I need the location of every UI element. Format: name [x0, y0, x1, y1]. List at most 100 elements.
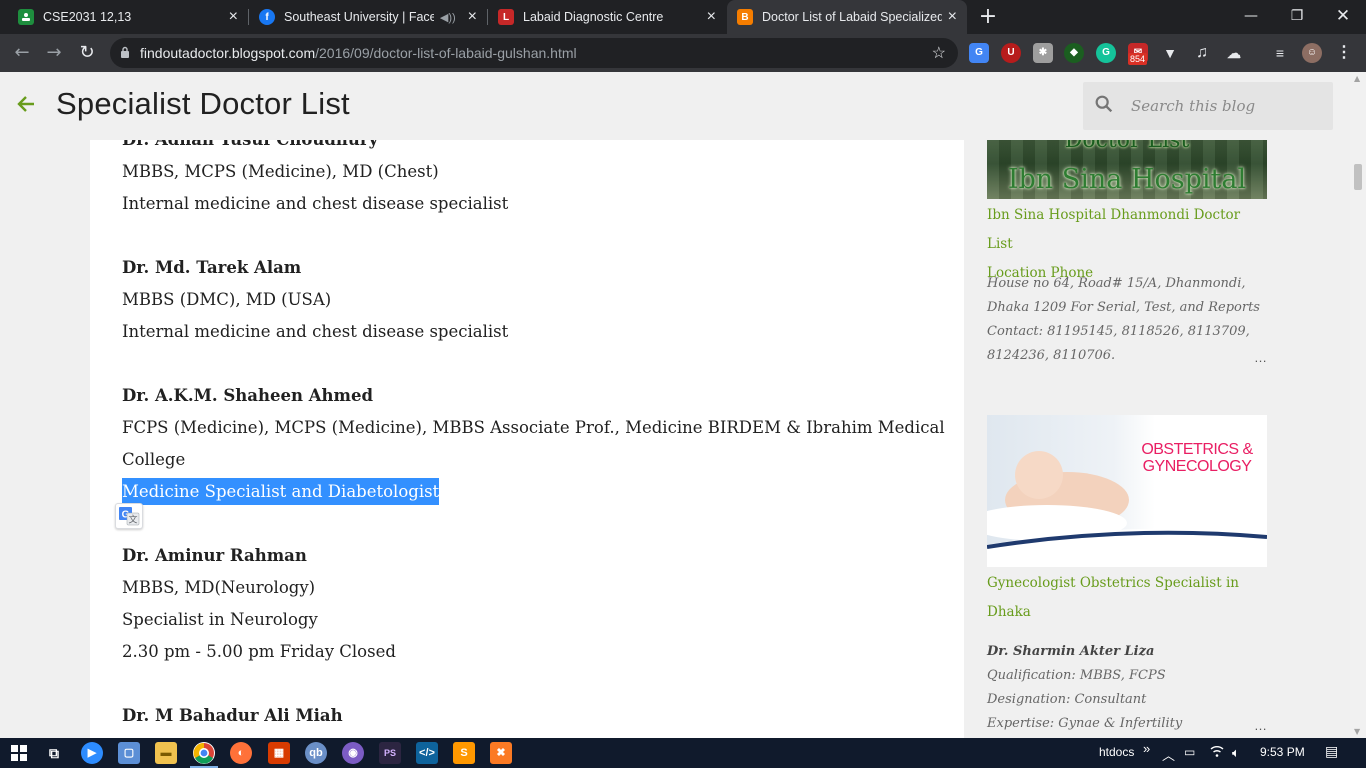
search-icon[interactable]: [1093, 93, 1115, 115]
close-icon[interactable]: ×: [707, 8, 716, 26]
tray-folder-label[interactable]: htdocs: [1099, 745, 1134, 759]
box-app-icon[interactable]: ▢: [118, 742, 140, 764]
minimize-button[interactable]: —: [1228, 0, 1274, 34]
firefox-icon[interactable]: ◐: [230, 742, 252, 764]
cloud-extension-icon[interactable]: ☁: [1224, 43, 1244, 63]
page-title: Specialist Doctor List: [56, 86, 350, 121]
blog-header: Specialist Doctor List: [0, 72, 1350, 140]
menu-kebab-icon[interactable]: ⋮: [1334, 43, 1354, 63]
post-link-line[interactable]: Gynecologist Obstetrics Specialist in: [987, 569, 1267, 598]
tab-doctor-list[interactable]: B Doctor List of Labaid Specialized ×: [727, 0, 967, 34]
browser-tab-strip: CSE2031 12,13 × f Southeast University |…: [0, 0, 1366, 34]
post-link-line[interactable]: Dhaka: [987, 598, 1267, 627]
grammarly-extension-icon[interactable]: G: [1096, 43, 1116, 63]
post-link-gynecologist[interactable]: Gynecologist Obstetrics Specialist in Dh…: [987, 569, 1267, 627]
facebook-icon: f: [259, 9, 275, 25]
doctor-degree: FCPS (Medicine), MCPS (Medicine), MBBS A…: [122, 418, 945, 437]
translate-popup-icon[interactable]: G文: [115, 503, 143, 529]
tray-chevron[interactable]: »: [1143, 741, 1150, 756]
search-box[interactable]: [1083, 82, 1333, 130]
thumbnail-caption-top: Doctor List: [1064, 140, 1190, 153]
doctor-name: Dr. Adnan Yusuf Choudhury: [122, 140, 378, 149]
notifications-icon[interactable]: ▤: [1325, 743, 1338, 760]
url-path: /2016/09/doctor-list-of-labaid-gulshan.h…: [315, 45, 577, 61]
search-input[interactable]: [1131, 94, 1321, 118]
post-snippet: House no 64, Road# 15/A, Dhanmondi, Dhak…: [987, 272, 1267, 368]
office-icon[interactable]: ▦: [268, 742, 290, 764]
close-window-button[interactable]: ✕: [1320, 0, 1366, 34]
vimeo-extension-icon[interactable]: ▼: [1160, 43, 1180, 63]
page-scrollbar[interactable]: ▲ ▼: [1350, 72, 1366, 738]
tab-classroom[interactable]: CSE2031 12,13 ×: [8, 0, 248, 34]
close-icon[interactable]: ×: [468, 8, 477, 26]
volume-icon[interactable]: 🔈︎: [1232, 745, 1240, 761]
tab-title: CSE2031 12,13: [43, 10, 132, 24]
doctor-degree-cont: College: [122, 450, 186, 469]
address-bar[interactable]: findoutadoctor.blogspot.com/2016/09/doct…: [110, 38, 958, 68]
classroom-icon: [18, 9, 34, 25]
post-snippet: Dr. Sharmin Akter Liza Qualification: MB…: [987, 640, 1267, 736]
restore-button[interactable]: ❐: [1274, 0, 1320, 34]
doctor-name: Dr. A.K.M. Shaheen Ahmed: [122, 386, 373, 405]
battery-icon[interactable]: ▭: [1184, 745, 1195, 759]
translate-extension-icon[interactable]: G: [969, 43, 989, 63]
obstetrics-thumbnail[interactable]: OBSTETRICS & GYNECOLOGY: [987, 415, 1267, 567]
windows-start-icon[interactable]: [8, 742, 30, 764]
post-link-line[interactable]: Ibn Sina Hospital Dhanmondi Doctor List: [987, 201, 1267, 259]
ibn-sina-thumbnail[interactable]: Doctor List Ibn Sina Hospital: [987, 140, 1267, 199]
thumbnail-caption-line: GYNECOLOGY: [1142, 458, 1252, 475]
file-explorer-icon[interactable]: ▬: [155, 742, 177, 764]
wifi-icon[interactable]: [1210, 745, 1224, 760]
drive-extension-icon[interactable]: ◆: [1064, 43, 1084, 63]
chat-app-icon[interactable]: ◉: [342, 742, 364, 764]
back-arrow-icon[interactable]: [16, 92, 36, 120]
scroll-thumb[interactable]: [1354, 164, 1362, 190]
back-button[interactable]: ←: [9, 40, 35, 66]
zoom-app-icon[interactable]: ▶: [81, 742, 103, 764]
post-body: Dr. Adnan Yusuf Choudhury MBBS, MCPS (Me…: [90, 140, 964, 738]
phpstorm-icon[interactable]: PS: [379, 742, 401, 764]
doctor-degree: MBBS, MCPS (Medicine), MD (Chest): [122, 162, 439, 181]
new-tab-button[interactable]: +: [976, 4, 1000, 30]
music-note-icon[interactable]: ♫: [1192, 43, 1212, 63]
qbittorrent-icon[interactable]: qb: [305, 742, 327, 764]
labaid-icon: L: [498, 9, 514, 25]
sublime-icon[interactable]: S: [453, 742, 475, 764]
avatar[interactable]: ☺: [1302, 43, 1322, 63]
snippet-line: Contact: 81195145, 8118526, 8113709,: [987, 324, 1250, 339]
clock-time[interactable]: 9:53 PM: [1260, 745, 1305, 759]
speaker-icon[interactable]: ◀)): [440, 11, 456, 24]
show-hidden-icons-icon[interactable]: ︿: [1162, 745, 1175, 764]
svg-text:文: 文: [128, 514, 137, 526]
scroll-up-arrow-icon[interactable]: ▲: [1354, 74, 1360, 83]
doctor-degree: MBBS, MD(Neurology): [122, 578, 316, 597]
task-view-icon[interactable]: ⧉: [43, 742, 65, 764]
snippet-line: Dhaka 1209 For Serial, Test, and Reports: [987, 300, 1260, 315]
ublock-extension-icon[interactable]: U: [1001, 43, 1021, 63]
xampp-icon[interactable]: ✖: [490, 742, 512, 764]
chrome-icon[interactable]: [193, 742, 215, 764]
bookmark-star-icon[interactable]: ☆: [932, 43, 946, 63]
vscode-icon[interactable]: </>: [416, 742, 438, 764]
mail-count-badge: 854: [1128, 53, 1148, 65]
doctor-specialty: Specialist in Neurology: [122, 610, 318, 629]
doctor-degree: MBBS (DMC), MD (USA): [122, 290, 332, 309]
close-icon[interactable]: ×: [948, 8, 957, 26]
reload-button[interactable]: ↻: [74, 40, 100, 66]
doctor-schedule: 2.30 pm - 5.00 pm Friday Closed: [122, 642, 396, 661]
url-host: findoutadoctor.blogspot.com: [140, 45, 316, 61]
tab-facebook[interactable]: f Southeast University | Facebo ◀)) ×: [249, 0, 487, 34]
tab-labaid[interactable]: L Labaid Diagnostic Centre ×: [488, 0, 726, 34]
puzzle-extension-icon[interactable]: ✱: [1033, 43, 1053, 63]
media-queue-icon[interactable]: ≡: [1270, 43, 1290, 63]
more-link[interactable]: …: [1254, 350, 1267, 365]
more-link[interactable]: …: [1254, 718, 1267, 733]
forward-button[interactable]: →: [41, 40, 67, 66]
text-selection: Medicine Specialist and Diabetologist: [122, 478, 440, 505]
scroll-down-arrow-icon[interactable]: ▼: [1354, 727, 1360, 736]
snippet-line: Qualification: MBBS, FCPS: [987, 668, 1166, 683]
tab-title: Labaid Diagnostic Centre: [523, 10, 664, 24]
doctor-specialty-selected: Medicine Specialist and Diabetologist: [122, 478, 440, 505]
close-icon[interactable]: ×: [229, 8, 238, 26]
thumbnail-caption-line: OBSTETRICS &: [1141, 441, 1253, 458]
